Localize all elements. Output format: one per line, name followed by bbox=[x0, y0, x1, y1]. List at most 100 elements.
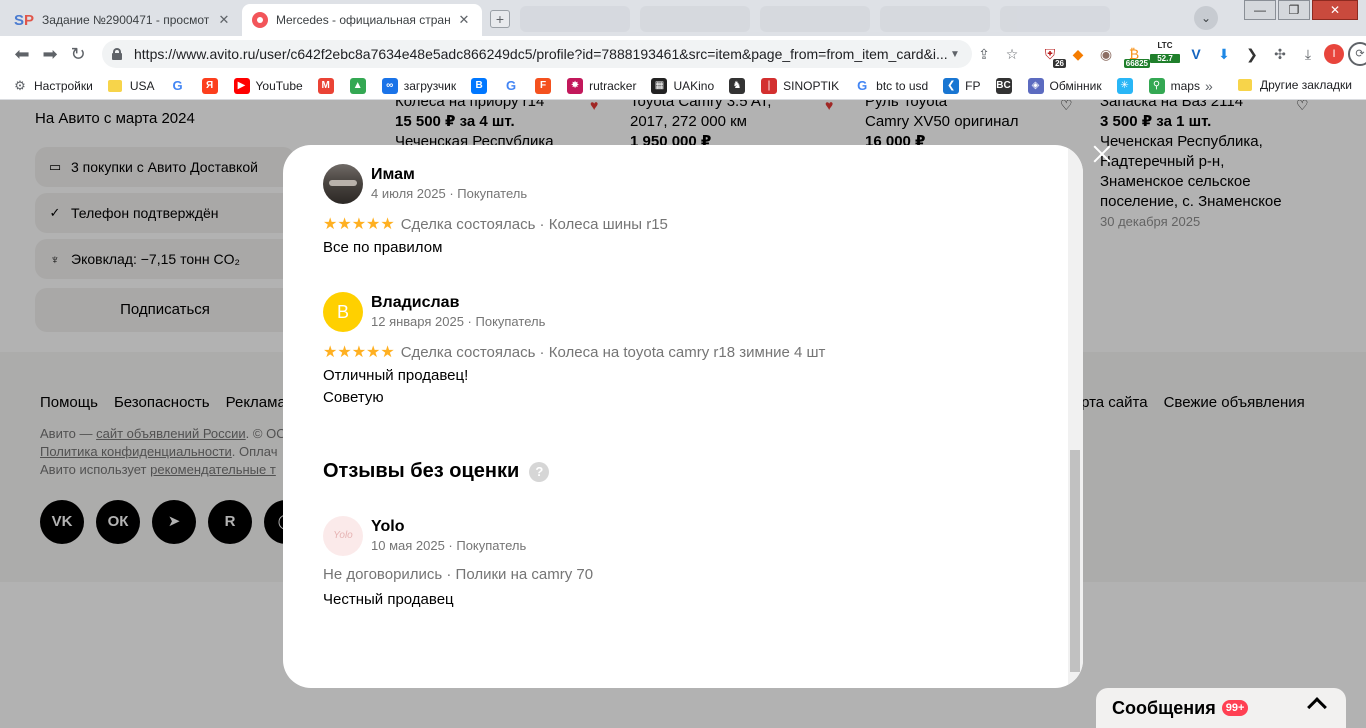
fp-icon: ❮ bbox=[943, 77, 960, 94]
maximize-button[interactable]: ❐ bbox=[1278, 0, 1310, 20]
sparkle-icon: ✳ bbox=[1116, 77, 1133, 94]
reviewer-avatar[interactable] bbox=[323, 164, 363, 204]
reviewer-avatar[interactable]: В bbox=[323, 292, 363, 332]
bookmark-drive[interactable]: ▲ bbox=[349, 77, 372, 94]
star-rating-icon: ★★★★★ bbox=[323, 344, 395, 361]
bookmark-translate[interactable]: G bbox=[503, 78, 525, 94]
bookmark-folder[interactable]: USA bbox=[107, 79, 155, 93]
update-menu-icon[interactable]: ⟳ bbox=[1348, 42, 1366, 66]
bookmark-loader[interactable]: ∞ загрузчик bbox=[381, 77, 456, 94]
folder-icon bbox=[107, 79, 122, 92]
minimize-button[interactable]: — bbox=[1244, 0, 1276, 20]
brave-extension-icon[interactable]: ◆ bbox=[1066, 42, 1090, 66]
tab-close-icon[interactable]: ✕ bbox=[456, 12, 472, 28]
shield-extension-icon[interactable]: ⛨ 26 bbox=[1038, 42, 1066, 68]
window-controls: — ❐ ✕ bbox=[1244, 0, 1358, 22]
bookmark-sparkle[interactable]: ✳ bbox=[1116, 77, 1139, 94]
review-text: Все по правилом bbox=[323, 239, 443, 256]
litecoin-extension-icon[interactable]: LTC 52.7 bbox=[1150, 41, 1180, 67]
help-icon[interactable]: ? bbox=[529, 461, 550, 482]
bookmark-label: SINOPTIK bbox=[783, 78, 840, 93]
bookmark-maps[interactable]: ⚲ maps bbox=[1148, 77, 1200, 94]
bookmark-uakino[interactable]: ▦ UAKino bbox=[651, 77, 714, 94]
chevron-down-icon[interactable]: ▼ bbox=[950, 49, 964, 60]
lock-icon[interactable] bbox=[112, 48, 122, 60]
reload-icon[interactable]: ↻ bbox=[64, 40, 92, 68]
unread-badge: 99+ bbox=[1221, 700, 1249, 716]
cat-extension-icon[interactable]: ◉ bbox=[1094, 42, 1118, 66]
other-bookmarks-label: Другие закладки bbox=[1260, 78, 1352, 92]
puzzle-icon[interactable]: ✣ bbox=[1268, 42, 1292, 66]
messages-widget[interactable]: Сообщения 99+ bbox=[1096, 688, 1346, 728]
ltc-label: LTC bbox=[1157, 41, 1173, 50]
reviewer-name[interactable]: Владислав bbox=[371, 294, 459, 312]
review-meta: 10 мая 2025 · Покупатель bbox=[371, 538, 527, 553]
reviewer-avatar[interactable]: Yolo bbox=[323, 516, 363, 556]
drive-icon: ▲ bbox=[349, 77, 366, 94]
new-tab-button[interactable]: + bbox=[490, 10, 510, 28]
bookmark-google[interactable]: Gbtc to usd bbox=[854, 78, 928, 94]
tab-ghost[interactable] bbox=[760, 6, 870, 32]
bookmark-bc[interactable]: BC bbox=[995, 77, 1018, 94]
bookmark-rutracker[interactable]: ✸ rutracker bbox=[567, 77, 637, 94]
tab-ghost[interactable] bbox=[640, 6, 750, 32]
review-item: Yolo Yolo 10 мая 2025 · Покупатель Не до… bbox=[323, 516, 1053, 616]
bookmark-yandex[interactable]: Я bbox=[201, 77, 224, 94]
close-window-button[interactable]: ✕ bbox=[1312, 0, 1358, 20]
maps-icon: ⚲ bbox=[1148, 77, 1165, 94]
tab-search-dropdown[interactable]: ⌄ bbox=[1194, 6, 1218, 30]
bookmark-gmail[interactable]: M bbox=[317, 77, 340, 94]
bookmark-thermometer[interactable]: ❘ SINOPTIK bbox=[761, 77, 840, 94]
browser-toolbar: ⬅ ➡ ↻ https://www.avito.ru/user/c642f2eb… bbox=[0, 36, 1366, 72]
vk-icon: В bbox=[471, 77, 488, 94]
downloads-icon[interactable]: ⤓ bbox=[1296, 42, 1320, 66]
tab-avito-active[interactable]: Mercedes - официальная страни ✕ bbox=[242, 4, 482, 36]
tab-close-icon[interactable]: ✕ bbox=[216, 12, 232, 28]
forward-arrow-icon[interactable]: ➡ bbox=[36, 40, 64, 68]
v-extension-icon[interactable]: V bbox=[1184, 42, 1208, 66]
reviewer-name[interactable]: Yolo bbox=[371, 518, 404, 536]
chess-icon: ♞ bbox=[729, 77, 746, 94]
share-icon[interactable]: ⇪ bbox=[972, 42, 996, 66]
review-deal: Сделка состоялась · Колеса на toyota cam… bbox=[400, 343, 826, 361]
bookmark-fp[interactable]: ❮ FP bbox=[943, 77, 981, 94]
terminal-extension-icon[interactable]: ❯ bbox=[1240, 42, 1264, 66]
bookmark-label: rutracker bbox=[589, 78, 637, 93]
profile-avatar[interactable]: I bbox=[1324, 44, 1344, 64]
bookmark-youtube[interactable]: ▶ YouTube bbox=[233, 77, 303, 94]
review-item: Имам 4 июля 2025 · Покупатель ★★★★★ Сдел… bbox=[323, 164, 1053, 274]
address-bar[interactable]: https://www.avito.ru/user/c642f2ebc8a763… bbox=[102, 40, 972, 68]
bookmark-f[interactable]: F bbox=[535, 77, 557, 94]
review-item: В Владислав 12 января 2025 · Покупатель … bbox=[323, 292, 1053, 412]
bookmarks-overflow-button[interactable]: » bbox=[1205, 78, 1213, 94]
review-rating: ★★★★★ Сделка состоялась · Колеса на toyo… bbox=[323, 342, 825, 362]
bookmark-exchange[interactable]: ◈ Обмінник bbox=[1027, 77, 1102, 94]
gear-icon: ⚙ bbox=[14, 77, 26, 93]
back-arrow-icon[interactable]: ⬅ bbox=[8, 40, 36, 68]
review-text: Советую bbox=[323, 389, 384, 406]
tab-ghost[interactable] bbox=[880, 6, 990, 32]
chevron-up-icon[interactable] bbox=[1307, 697, 1327, 717]
bookmark-label: btc to usd bbox=[876, 78, 929, 93]
bookmark-star-icon[interactable]: ☆ bbox=[1000, 42, 1024, 66]
bookmark-chess[interactable]: ♞ bbox=[729, 77, 751, 94]
close-modal-icon[interactable] bbox=[1091, 143, 1113, 165]
other-bookmarks-folder[interactable]: Другие закладки bbox=[1238, 78, 1352, 92]
download-extension-icon[interactable]: ⬇ bbox=[1212, 42, 1236, 66]
bitcoin-extension-icon[interactable]: ₿ 66825 bbox=[1122, 42, 1150, 68]
avito-icon bbox=[252, 12, 268, 28]
yandex-icon: Я bbox=[201, 77, 218, 94]
url-text[interactable]: https://www.avito.ru/user/c642f2ebc8a763… bbox=[134, 46, 950, 62]
reviewer-name[interactable]: Имам bbox=[371, 166, 415, 184]
gmail-icon: M bbox=[317, 77, 334, 94]
tab-zadanie[interactable]: SP Задание №2900471 - просмотр з ✕ bbox=[4, 4, 242, 36]
uakino-icon: ▦ bbox=[651, 77, 668, 94]
bookmark-google[interactable]: G bbox=[170, 78, 192, 94]
scrollbar-thumb[interactable] bbox=[1070, 450, 1080, 672]
tab-ghost[interactable] bbox=[520, 6, 630, 32]
no-rating-section-title: Отзывы без оценки ? bbox=[323, 460, 550, 483]
bookmarks-bar: ⚙ Настройки USA G Я ▶ YouTube M ▲ ∞ загрузчик В G F ✸ r… bbox=[0, 72, 1366, 100]
tab-ghost[interactable] bbox=[1000, 6, 1110, 32]
bookmark-vk[interactable]: В bbox=[471, 77, 493, 94]
bookmark-gear[interactable]: ⚙ Настройки bbox=[12, 78, 93, 94]
